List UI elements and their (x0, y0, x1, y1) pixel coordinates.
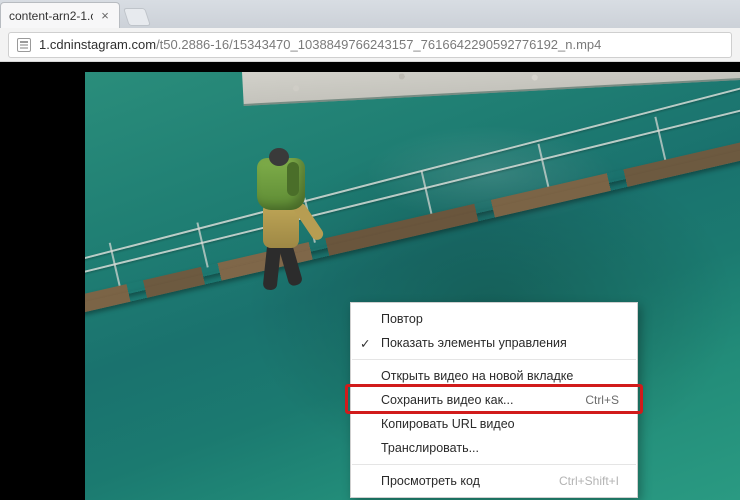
context-menu: Повтор ✓ Показать элементы управления Откры… (350, 302, 638, 498)
context-menu-item-controls[interactable]: ✓ Показать элементы управления (351, 331, 637, 355)
new-tab-button[interactable] (123, 8, 151, 26)
url-text: 1.cdninstagram.com/t50.2886-16/15343470_… (39, 37, 601, 52)
context-menu-item-save_as[interactable]: Сохранить видео как...Ctrl+S (351, 388, 637, 412)
context-menu-item-copy_url[interactable]: Копировать URL видео (351, 412, 637, 436)
content-area: Повтор ✓ Показать элементы управления Откры… (0, 62, 740, 500)
context-menu-item-cast[interactable]: Транслировать... (351, 436, 637, 460)
tab-title: content-arn2-1.c (9, 9, 93, 23)
context-menu-item-label: Открыть видео на новой вкладке (381, 369, 619, 383)
hiker-figure (245, 158, 323, 288)
context-menu-item-open_newtab[interactable]: Открыть видео на новой вкладке (351, 364, 637, 388)
address-bar[interactable]: 1.cdninstagram.com/t50.2886-16/15343470_… (8, 32, 732, 58)
context-menu-item-shortcut: Ctrl+S (585, 393, 619, 407)
context-menu-item-label: Повтор (381, 312, 619, 326)
tab-strip: content-arn2-1.c × (0, 0, 740, 28)
context-menu-separator (352, 359, 636, 360)
context-menu-item-label: Показать элементы управления (381, 336, 619, 350)
url-path: /t50.2886-16/15343470_1038849766243157_7… (156, 37, 601, 52)
page-icon (17, 38, 31, 52)
close-icon[interactable]: × (99, 10, 111, 22)
context-menu-item-loop[interactable]: Повтор (351, 307, 637, 331)
context-menu-item-inspect[interactable]: Просмотреть кодCtrl+Shift+I (351, 469, 637, 493)
context-menu-item-label: Копировать URL видео (381, 417, 619, 431)
context-menu-item-shortcut: Ctrl+Shift+I (559, 474, 619, 488)
context-menu-item-label: Транслировать... (381, 441, 619, 455)
context-menu-separator (352, 464, 636, 465)
context-menu-item-label: Просмотреть код (381, 474, 559, 488)
browser-tab[interactable]: content-arn2-1.c × (0, 2, 120, 28)
toolbar: 1.cdninstagram.com/t50.2886-16/15343470_… (0, 28, 740, 62)
url-host: 1.cdninstagram.com (39, 37, 156, 52)
check-icon: ✓ (360, 336, 372, 348)
context-menu-item-label: Сохранить видео как... (381, 393, 585, 407)
